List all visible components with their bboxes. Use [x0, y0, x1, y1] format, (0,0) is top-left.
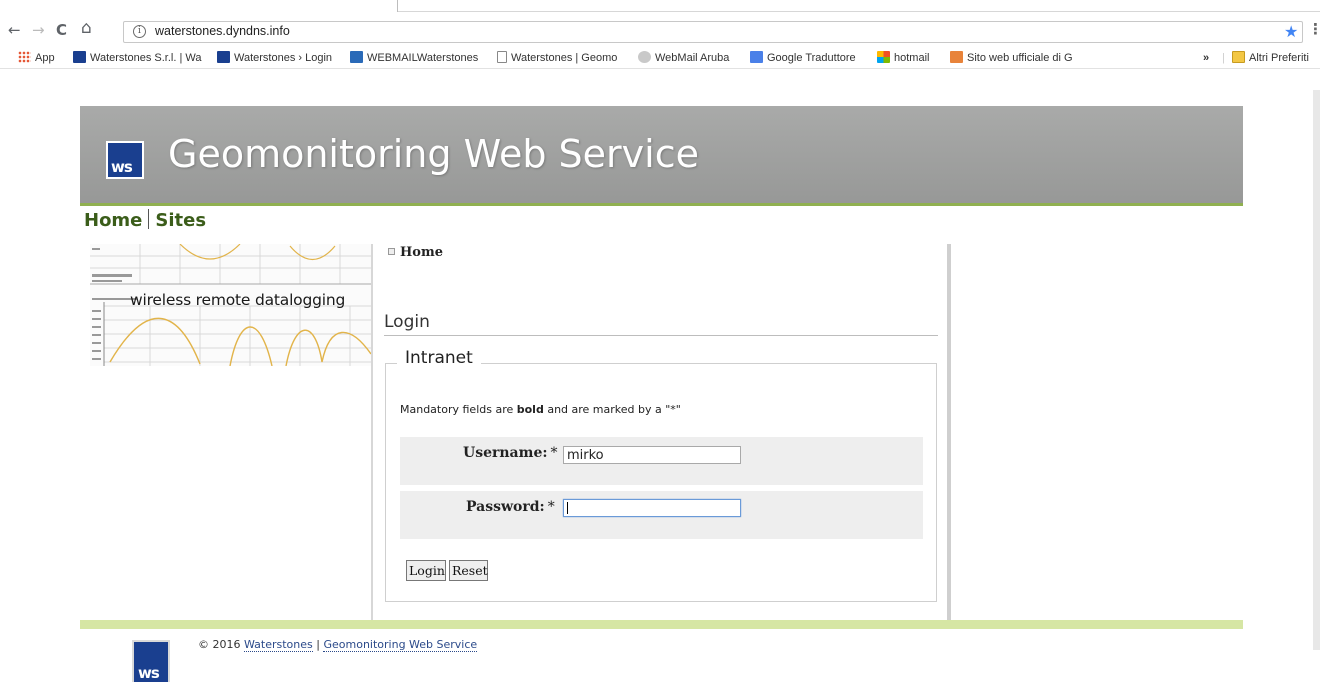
- mandatory-note: Mandatory fields are bold and are marked…: [400, 403, 681, 416]
- bookmark-star-icon[interactable]: ★: [1284, 22, 1298, 41]
- bookmark-sito-web[interactable]: Sito web ufficiale di G: [950, 51, 1073, 67]
- username-label: Username: *: [463, 445, 558, 461]
- banner-tagline: wireless remote datalogging: [130, 291, 346, 309]
- bookmark-waterstones-geomo[interactable]: Waterstones | Geomo: [497, 51, 617, 67]
- browser-toolbar: ← → C ⌂ i waterstones.dyndns.info ★ ⋮: [0, 0, 1320, 44]
- bookmark-waterstones-login[interactable]: Waterstones › Login: [217, 51, 332, 67]
- site-icon: [950, 51, 963, 63]
- ws-icon: [217, 51, 230, 63]
- username-input[interactable]: [563, 446, 741, 464]
- login-button[interactable]: Login: [406, 560, 446, 581]
- reset-button[interactable]: Reset: [449, 560, 488, 581]
- home-icon[interactable]: ⌂: [81, 20, 92, 37]
- url-text: waterstones.dyndns.info: [155, 24, 290, 38]
- mail-icon: [350, 51, 363, 63]
- bookmark-app[interactable]: App: [18, 51, 55, 67]
- page-icon: [497, 51, 507, 63]
- reload-icon[interactable]: C: [56, 22, 67, 38]
- nav-sites-link[interactable]: Sites: [155, 210, 206, 231]
- site-title: Geomonitoring Web Service: [168, 132, 699, 176]
- apps-icon: [18, 51, 31, 63]
- aruba-icon: [638, 51, 651, 63]
- bookmark-waterstones-srl[interactable]: Waterstones S.r.l. | Wa: [73, 51, 201, 67]
- nav-divider: [148, 209, 150, 229]
- datalogging-banner: wireless remote datalogging: [90, 244, 371, 366]
- bookmark-other-folder[interactable]: Altri Preferiti: [1232, 51, 1309, 67]
- page-title: Login: [384, 312, 430, 332]
- fieldset-legend: Intranet: [397, 348, 481, 368]
- forward-arrow-icon[interactable]: →: [32, 22, 45, 38]
- active-tab[interactable]: [0, 0, 398, 12]
- breadcrumb: Home: [388, 245, 443, 260]
- bookmark-webmail-waterstones[interactable]: WEBMAILWaterstones: [350, 51, 478, 67]
- info-icon[interactable]: i: [133, 25, 146, 38]
- tab-strip: [0, 0, 1320, 12]
- bookmark-google-traduttore[interactable]: Google Traduttore: [750, 51, 856, 67]
- address-bar[interactable]: i waterstones.dyndns.info: [123, 21, 1303, 43]
- footer-waterstones-link[interactable]: Waterstones: [244, 638, 313, 652]
- text-caret: [567, 502, 568, 514]
- menu-kebab-icon[interactable]: ⋮: [1308, 20, 1320, 38]
- translate-icon: [750, 51, 763, 63]
- title-underline: [384, 335, 938, 336]
- header-divider: [80, 203, 1243, 206]
- breadcrumb-bullet-icon: [388, 248, 395, 255]
- bookmarks-bar: App Waterstones S.r.l. | Wa Waterstones …: [0, 47, 1320, 69]
- bookmark-webmail-aruba[interactable]: WebMail Aruba: [638, 51, 729, 67]
- bookmarks-overflow-button[interactable]: »: [1203, 51, 1209, 67]
- content-right-border: [947, 244, 951, 620]
- footer-copyright: © 2016 Waterstones | Geomonitoring Web S…: [198, 638, 478, 652]
- microsoft-icon: [877, 51, 890, 63]
- top-navigation: Home Sites: [84, 209, 206, 231]
- content-left-border: [371, 244, 373, 620]
- ws-icon: [73, 51, 86, 63]
- password-input[interactable]: [563, 499, 741, 517]
- bookmarks-divider: |: [1222, 52, 1225, 64]
- ws-logo[interactable]: ws: [106, 141, 144, 179]
- bookmark-hotmail[interactable]: hotmail: [877, 51, 929, 67]
- footer-service-link[interactable]: Geomonitoring Web Service: [323, 638, 478, 652]
- nav-home-link[interactable]: Home: [84, 210, 142, 231]
- page-scrollbar[interactable]: [1313, 90, 1320, 650]
- back-arrow-icon[interactable]: ←: [8, 22, 21, 38]
- password-label: Password: *: [466, 499, 555, 515]
- footer-ws-logo: ws: [132, 640, 170, 682]
- footer-bar: [80, 620, 1243, 629]
- breadcrumb-home-link[interactable]: Home: [400, 245, 443, 260]
- folder-icon: [1232, 51, 1245, 63]
